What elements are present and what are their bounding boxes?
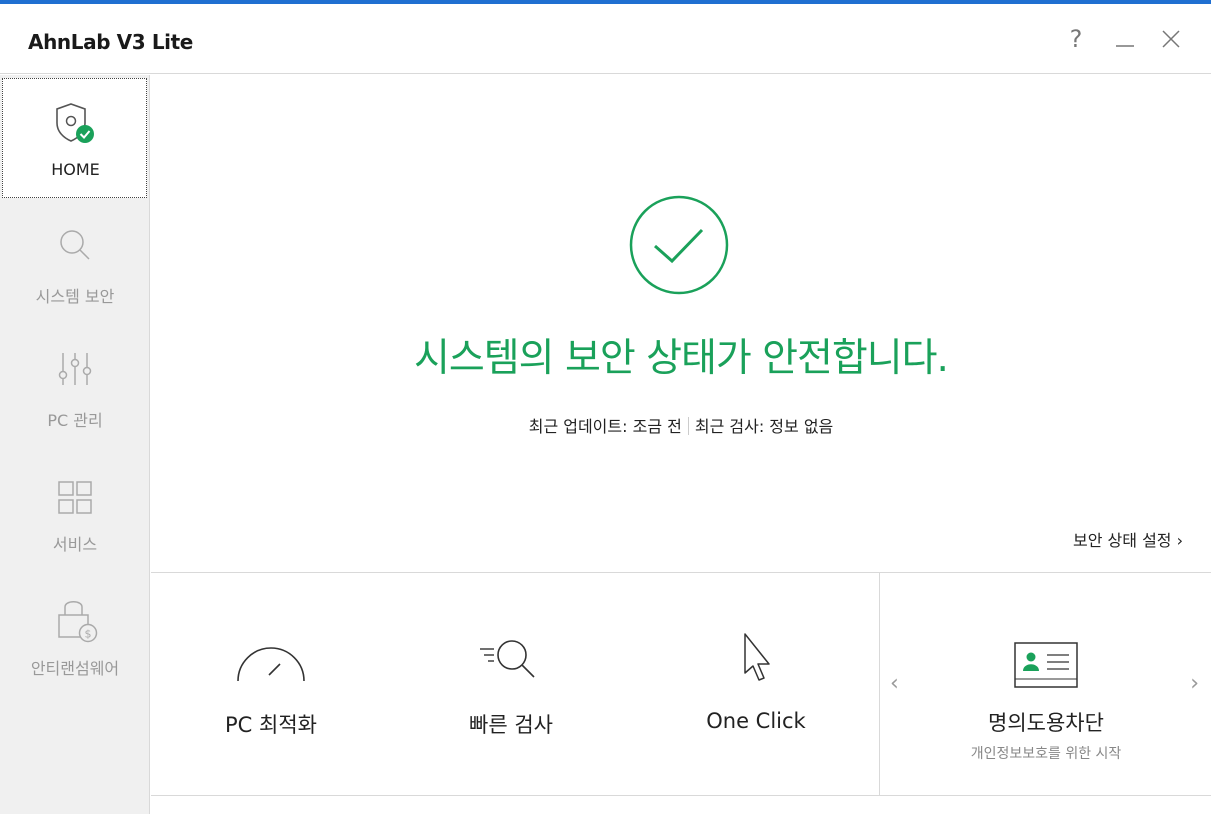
promo-subtitle: 개인정보보호를 위한 시작 (970, 746, 1122, 762)
app-title: AhnLab V3 Lite (28, 30, 193, 54)
search-icon (60, 230, 90, 260)
sidebar-item-system-security[interactable]: 시스템 보안 (0, 199, 150, 323)
last-update-text: 최근 업데이트: 조금 전 (528, 417, 682, 436)
sidebar-item-label: PC 관리 (47, 411, 103, 430)
lock-icon: $ (58, 601, 98, 643)
sidebar: HOME 시스템 보안 PC 관리 서비스 $ 안티랜섬웨어 (0, 75, 150, 814)
speedometer-icon (237, 647, 305, 682)
promo-prev-button[interactable]: ‹ (890, 671, 899, 696)
status-title: 시스템의 보안 상태가 안전합니다. (414, 336, 949, 381)
sidebar-item-anti-ransomware[interactable]: $ 안티랜섬웨어 (0, 571, 150, 695)
status-panel: 시스템의 보안 상태가 안전합니다. 최근 업데이트: 조금 전 최근 검사: 정… (151, 75, 1211, 573)
last-scan-text: 최근 검사: 정보 없음 (694, 417, 834, 436)
action-label: 빠른 검사 (469, 713, 553, 737)
id-card-icon (1014, 642, 1078, 688)
pc-optimize-button[interactable]: PC 최적화 (186, 573, 356, 796)
quick-scan-button[interactable]: 빠른 검사 (426, 573, 596, 796)
promo-next-button[interactable]: › (1190, 671, 1199, 696)
sidebar-item-label: 서비스 (52, 535, 98, 554)
one-click-button[interactable]: One Click (671, 573, 841, 796)
security-settings-link[interactable]: 보안 상태 설정 › (1073, 527, 1183, 551)
sidebar-item-home[interactable]: HOME (2, 78, 147, 198)
promo-panel[interactable]: ‹ 명의도용차단 개인정보보호를 위한 시작 › (879, 573, 1211, 796)
action-label: One Click (706, 709, 806, 733)
sidebar-item-pc-management[interactable]: PC 관리 (0, 323, 150, 447)
sliders-icon (58, 353, 92, 385)
cursor-icon (744, 633, 770, 681)
minimize-icon (1116, 45, 1134, 47)
sidebar-item-services[interactable]: 서비스 (0, 447, 150, 571)
promo-title: 명의도용차단 (988, 711, 1104, 735)
grid-icon (58, 481, 92, 514)
status-check-icon (629, 195, 729, 295)
title-bar: AhnLab V3 Lite ? (0, 4, 1211, 74)
shield-check-icon (55, 103, 94, 143)
close-icon (1162, 30, 1180, 48)
sidebar-item-label: 시스템 보안 (35, 287, 115, 306)
quick-scan-icon (480, 640, 535, 678)
minimize-button[interactable] (1110, 22, 1140, 56)
sidebar-item-label: HOME (51, 160, 100, 179)
status-details: 최근 업데이트: 조금 전 최근 검사: 정보 없음 (151, 413, 1211, 437)
svg-text:$: $ (85, 628, 92, 641)
separator (687, 417, 689, 435)
help-button[interactable]: ? (1061, 22, 1091, 56)
sidebar-item-label: 안티랜섬웨어 (30, 659, 120, 678)
action-label: PC 최적화 (225, 713, 317, 737)
close-button[interactable] (1156, 22, 1186, 56)
quick-actions: PC 최적화 빠른 검사 One Click ‹ 명의도용차단 개인정보보호를 … (151, 573, 1211, 796)
